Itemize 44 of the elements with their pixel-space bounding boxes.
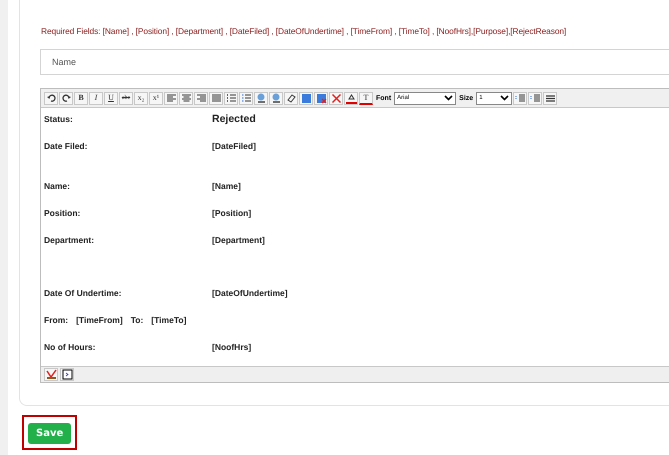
field-label: Date Of Undertime: bbox=[44, 288, 122, 298]
fill-color-icon[interactable] bbox=[344, 92, 358, 104]
chevron-down-icon bbox=[444, 95, 454, 101]
format-button[interactable]: x₂ bbox=[134, 92, 148, 104]
required-fields-text: Required Fields: [Name] , [Position] , [Department] , [DateFiled] , [DateOfUndertime] , [TimeFrom] , [TimeTo] , [NoofHrs],[Purpose],[RejectReason] bbox=[41, 26, 568, 36]
field-label: Date Filed: bbox=[44, 140, 88, 150]
field-label: Status: bbox=[44, 114, 74, 124]
undo-icon[interactable] bbox=[44, 92, 58, 104]
html-mode-icon[interactable] bbox=[60, 368, 74, 381]
field-value: [NoofHrs] bbox=[212, 342, 252, 352]
align-center-icon[interactable] bbox=[179, 92, 193, 104]
field-value: [DateOfUndertime] bbox=[212, 288, 288, 298]
format-button[interactable]: B bbox=[74, 92, 88, 104]
field-value: [Name] bbox=[212, 180, 241, 190]
time-to-value: [TimeTo] bbox=[151, 314, 186, 324]
field-value: Rejected bbox=[212, 112, 256, 124]
field-label: Department: bbox=[44, 234, 96, 244]
format-button[interactable]: x¹ bbox=[149, 92, 163, 104]
field-label: Name: bbox=[44, 180, 71, 190]
redo-icon[interactable] bbox=[59, 92, 73, 104]
justify-icon[interactable] bbox=[209, 92, 223, 104]
field-value: [Position] bbox=[212, 208, 252, 218]
horizontal-rule-icon[interactable] bbox=[543, 92, 558, 104]
align-left-icon[interactable] bbox=[164, 92, 178, 104]
field-label: No of Hours: bbox=[44, 342, 96, 352]
indent-icon[interactable] bbox=[513, 92, 528, 104]
from-label: From: bbox=[44, 314, 68, 324]
field-label: Position: bbox=[44, 208, 82, 218]
name-input-field[interactable]: Name bbox=[40, 49, 669, 75]
format-button[interactable]: I bbox=[89, 92, 103, 104]
time-from-value: [TimeFrom] bbox=[76, 314, 123, 324]
design-mode-icon[interactable] bbox=[44, 368, 58, 381]
to-label: To: bbox=[130, 314, 144, 324]
format-button[interactable]: T bbox=[359, 92, 373, 104]
bullet-list-icon[interactable] bbox=[239, 92, 253, 104]
format-button[interactable]: U bbox=[104, 92, 118, 104]
field-value: [Department] bbox=[212, 234, 265, 244]
outdent-icon[interactable] bbox=[528, 92, 542, 104]
align-right-icon[interactable] bbox=[194, 92, 208, 104]
field-value: [DateFiled] bbox=[212, 140, 256, 150]
chevron-down-icon bbox=[500, 95, 510, 101]
eraser-icon[interactable] bbox=[284, 92, 298, 104]
delete-icon[interactable] bbox=[329, 92, 343, 104]
numbered-list-icon[interactable] bbox=[224, 92, 238, 104]
